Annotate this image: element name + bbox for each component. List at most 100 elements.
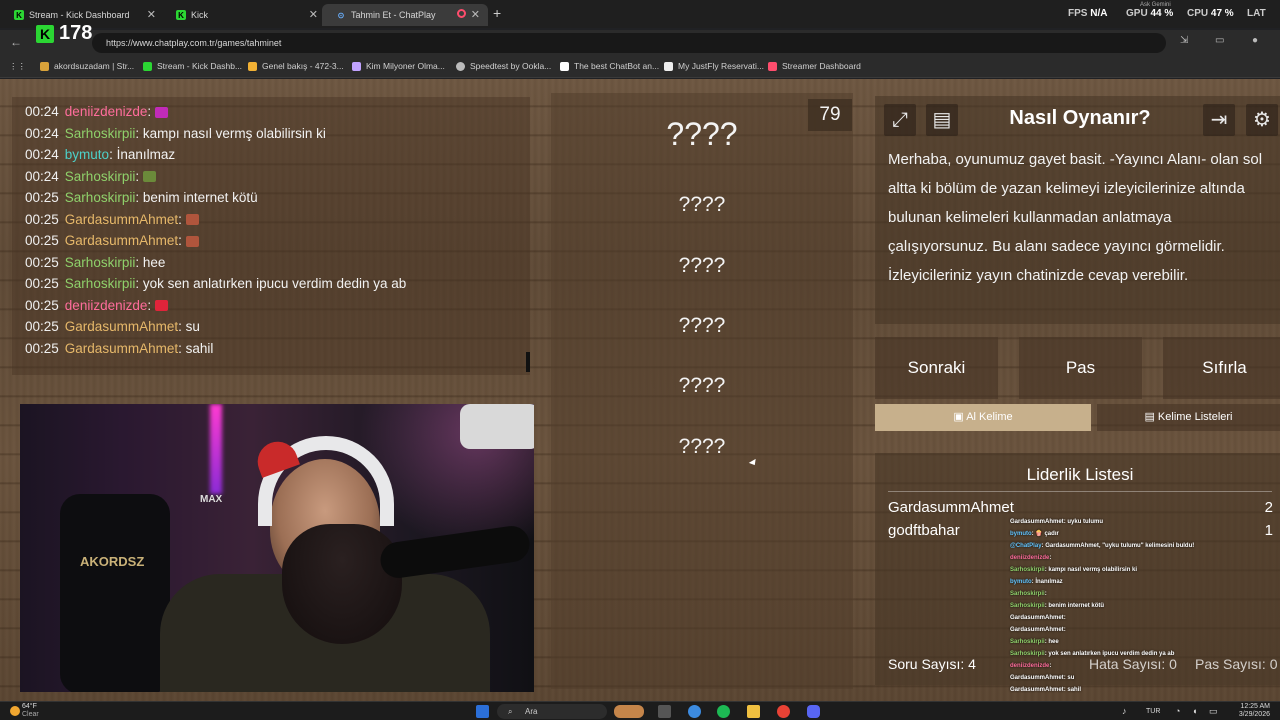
hidden-word: ????: [678, 374, 726, 397]
chat-message: 00:24 deniizdenizde:: [25, 101, 530, 123]
tab-take-word[interactable]: ▣ Al Kelime: [875, 404, 1091, 431]
close-icon[interactable]: ✕: [471, 8, 480, 21]
bookmark-1[interactable]: akordsuzadam | Str...: [40, 61, 134, 71]
taskbar-search[interactable]: ⌕ Ara: [497, 704, 607, 719]
search-icon: ⌕: [508, 707, 513, 716]
tab-chatplay[interactable]: ⊙ Tahmin Et - ChatPlay ✕: [322, 4, 488, 26]
lat-readout: LAT: [1247, 8, 1266, 19]
chat-username[interactable]: Sarhoskirpii: [65, 126, 136, 141]
emote-icon: [185, 235, 199, 247]
bookmark-4[interactable]: Kim Milyoner Olma...: [352, 61, 445, 71]
discord-icon[interactable]: [807, 705, 820, 718]
hidden-word: ????: [678, 254, 726, 277]
overlay-chat-message: GardasummAhmet: sahil: [1010, 687, 1082, 693]
tab-word-lists[interactable]: ▤ Kelime Listeleri: [1097, 404, 1280, 431]
chat-timestamp: 00:25: [25, 211, 59, 227]
next-button[interactable]: Sonraki: [875, 337, 998, 399]
chat-timestamp: 00:25: [25, 340, 59, 356]
chat-timestamp: 00:24: [25, 104, 59, 119]
windows-start-icon[interactable]: [476, 705, 489, 718]
settings-app-icon[interactable]: [688, 705, 701, 718]
bookmark-7[interactable]: My JustFly Reservati...: [664, 61, 764, 71]
viewer-count: 178: [59, 22, 93, 44]
new-tab-button[interactable]: +: [493, 5, 501, 21]
system-clock[interactable]: 12:25 AM 3/29/2026: [1239, 703, 1270, 719]
chat-username[interactable]: GardasummAhmet: [65, 233, 178, 248]
emote-icon: [154, 300, 168, 312]
pass-button[interactable]: Pas: [1019, 337, 1142, 399]
bookmark-6[interactable]: The best ChatBot an...: [560, 61, 659, 71]
task-view-icon[interactable]: [658, 705, 671, 718]
chat-username[interactable]: Sarhoskirpii: [65, 255, 136, 270]
bookmark-favicon-icon: [40, 61, 49, 71]
back-icon[interactable]: ←: [10, 35, 22, 49]
weather-widget[interactable]: 64°F Clear: [22, 703, 39, 719]
bookmark-3[interactable]: Genel bakış - 472-3...: [248, 61, 344, 71]
chat-username[interactable]: bymuto: [65, 147, 109, 162]
overlay-chat-message: Sarhoskirpii: hee: [1010, 639, 1059, 645]
chat-timestamp: 00:25: [25, 276, 59, 291]
spotify-icon[interactable]: [717, 705, 730, 718]
leaderboard-title: Liderlik Listesi: [1026, 465, 1134, 484]
install-app-icon[interactable]: ⇲: [1180, 35, 1188, 46]
mic-arm: [460, 404, 534, 449]
apps-icon[interactable]: ⋮⋮: [9, 61, 26, 72]
chrome-icon[interactable]: [777, 705, 790, 718]
microphone-icon[interactable]: ♪: [1122, 706, 1127, 716]
bookmark-5[interactable]: Speedtest by Ookla...: [456, 61, 551, 71]
chat-message: 00:25 Sarhoskirpii: yok sen anlatırken ip…: [25, 276, 407, 291]
bookmark-8[interactable]: Streamer Dashboard: [768, 61, 861, 71]
game-area: 00:24 deniizdenizde: 00:24 Sarhoskirpii: k…: [0, 79, 1280, 701]
overlay-chat-message: bymuto: 🍿 çadır: [1010, 531, 1059, 537]
speedtest-icon: [456, 61, 465, 71]
chat-timestamp: 00:25: [25, 190, 59, 205]
chat-username[interactable]: Sarhoskirpii: [65, 276, 136, 291]
url-field[interactable]: https://www.chatplay.com.tr/games/tahmin…: [92, 33, 1166, 53]
chat-text: su: [185, 319, 200, 334]
divider: [888, 491, 1272, 492]
chat-text: kampı nasıl vermş olabilirsin ki: [142, 125, 326, 141]
file-explorer-icon[interactable]: [747, 705, 760, 718]
profile-icon[interactable]: ●: [1252, 35, 1258, 46]
hidden-word: ????: [678, 193, 726, 216]
volume-icon[interactable]: ◖: [1192, 706, 1197, 716]
overlay-chat-message: GardasummAhmet:: [1010, 627, 1066, 633]
chat-timestamp: 00:25: [25, 319, 59, 334]
overlay-chat-message: deniizdenizde:: [1010, 555, 1052, 561]
kick-icon: K: [36, 24, 54, 43]
tab-title: Kick: [191, 10, 209, 20]
cast-icon[interactable]: ▭: [1215, 35, 1224, 46]
chat-username[interactable]: GardasummAhmet: [65, 341, 178, 356]
bookmark-2[interactable]: Stream - Kick Dashb...: [143, 61, 242, 71]
chat-username[interactable]: deniizdenizde: [65, 298, 148, 313]
battery-icon[interactable]: ▭: [1209, 706, 1218, 717]
chat-username[interactable]: Sarhoskirpii: [65, 190, 136, 205]
bookmark-favicon-icon: [664, 61, 673, 71]
emote-icon: [142, 171, 156, 183]
tab-kick[interactable]: K Kick ✕: [162, 4, 326, 26]
chair-brand: MAX: [200, 494, 223, 505]
close-icon[interactable]: ✕: [147, 8, 156, 21]
chat-message: 00:24 Sarhoskirpii: kampı nasıl vermş ola…: [25, 125, 326, 141]
chat-timestamp: 00:24: [25, 168, 59, 184]
chat-text: İnanılmaz: [116, 147, 176, 162]
chat-username[interactable]: GardasummAhmet: [65, 319, 178, 334]
language-indicator[interactable]: TUR: [1146, 708, 1160, 715]
chat-message: 00:25 Sarhoskirpii: hee: [25, 254, 166, 270]
reset-button[interactable]: Sıfırla: [1163, 337, 1280, 399]
bookmark-favicon-icon: [352, 61, 361, 71]
browser-tab-bar: K Stream - Kick Dashboard ✕ K Kick ✕ ⊙ T…: [0, 0, 1280, 28]
chat-username[interactable]: Sarhoskirpii: [65, 169, 136, 184]
bookmark-favicon-icon: [560, 61, 569, 71]
kick-icon: K: [14, 10, 24, 20]
close-icon[interactable]: ✕: [309, 8, 318, 21]
overlay-chat-message: GardasummAhmet:: [1010, 615, 1066, 621]
chat-scrollbar[interactable]: [526, 352, 530, 372]
chat-username[interactable]: deniizdenizde: [65, 104, 148, 119]
chat-timestamp: 00:25: [25, 297, 59, 313]
chat-username[interactable]: GardasummAhmet: [65, 212, 178, 227]
wifi-icon[interactable]: ◔: [1175, 706, 1180, 716]
cpu-readout: CPU 47 %: [1187, 8, 1234, 19]
overlay-chat-message: Sarhoskirpii: benim internet kötü: [1010, 603, 1105, 609]
overlay-chat-message: Sarhoskirpii:: [1010, 591, 1047, 597]
